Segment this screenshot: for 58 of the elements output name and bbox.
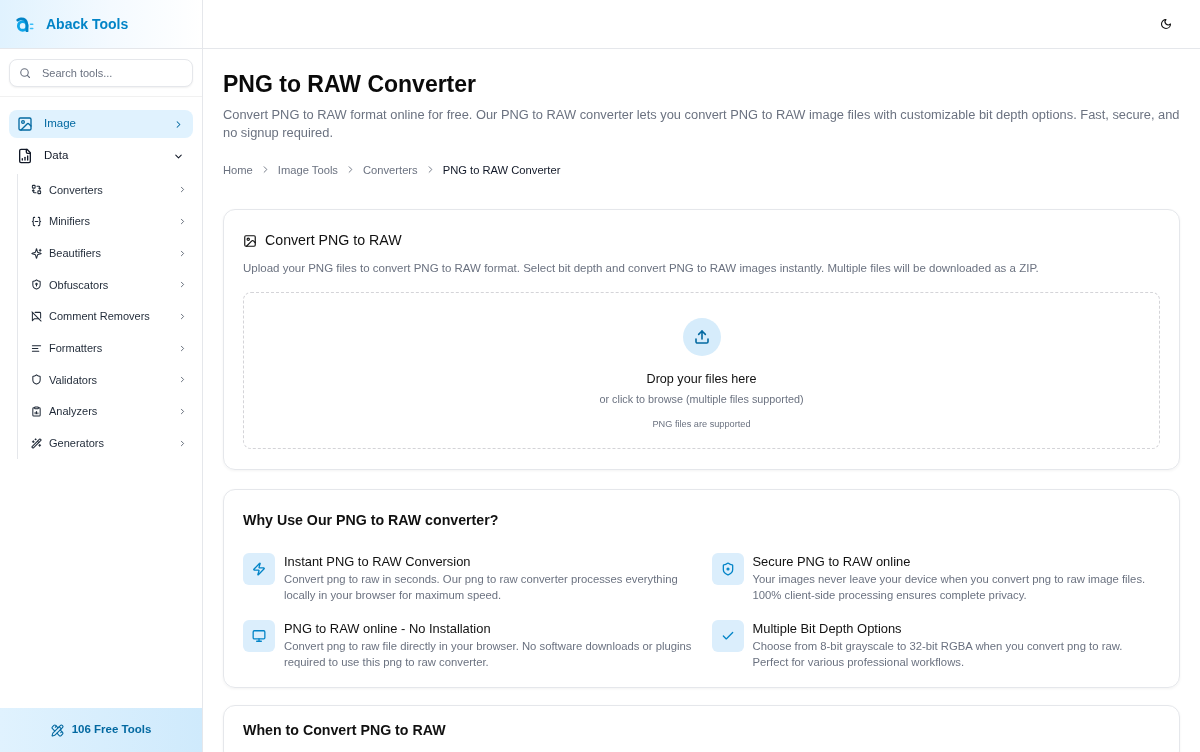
sparkles-icon	[31, 247, 42, 259]
brand-name[interactable]: Aback Tools	[46, 13, 129, 35]
shield-icon	[31, 374, 42, 386]
file-chart-icon	[17, 148, 33, 164]
lightning-icon	[243, 553, 275, 586]
card-title: Why Use Our PNG to RAW converter?	[243, 510, 500, 530]
feature-title: Instant PNG to RAW Conversion	[284, 554, 472, 571]
feature-description: Choose from 8-bit grayscale to 32-bit RGBA when you convert png to raw. Perfect for various professional workflows.	[752, 639, 1124, 671]
tools-count: 106 Free Tools	[71, 722, 152, 738]
check-icon	[711, 620, 744, 653]
shield-keyhole-icon	[31, 279, 42, 291]
theme-toggle-button[interactable]	[1160, 18, 1172, 30]
breadcrumb-link[interactable]: Image Tools	[277, 161, 338, 179]
shield-icon	[711, 553, 744, 586]
breadcrumb-link[interactable]: Converters	[362, 161, 418, 179]
page-title: PNG to RAW Converter	[223, 71, 478, 99]
card-title: When to Convert PNG to RAW	[243, 721, 447, 741]
align-left-icon	[31, 342, 42, 354]
card-description: Upload your PNG files to convert PNG to RAW format. Select bit depth and convert PNG to RAW images instantly. Multiple files will be downloaded as a ZIP.	[243, 260, 1040, 276]
nav-subitem[interactable]: Formatters	[31, 332, 193, 365]
comment-off-icon	[31, 311, 42, 323]
nav-item[interactable]: Image	[9, 110, 193, 138]
drop-zone-subtitle: or click to browse (multiple files supported)	[599, 391, 804, 407]
pencil-ruler-icon	[50, 723, 64, 737]
page-description: Convert PNG to RAW format online for free. Our PNG to RAW converter lets you convert PNG to RAW image files with customizable bit depth options. Fast, secure, and no signup required.	[223, 105, 1180, 142]
nav-subitem[interactable]: Minifiers	[31, 205, 193, 238]
nav-subitem[interactable]: Analyzers	[31, 395, 193, 428]
braces-icon	[31, 216, 42, 228]
nav-item[interactable]: Data	[9, 142, 193, 170]
nav-subitem[interactable]: Generators	[31, 427, 193, 460]
drop-zone-hint: PNG files are supported	[652, 418, 751, 431]
search-icon	[19, 67, 31, 79]
image-icon	[17, 116, 33, 132]
swap-icon	[31, 184, 42, 196]
search-field[interactable]: Search tools...	[9, 59, 193, 87]
nav-subitem[interactable]: Validators	[31, 364, 193, 396]
card-title: Convert PNG to RAW	[265, 231, 402, 251]
breadcrumb-link[interactable]: PNG to RAW Converter	[442, 161, 561, 179]
moon-icon	[1160, 18, 1172, 30]
breadcrumb-link[interactable]: Home	[223, 161, 253, 179]
feature-description: Convert png to raw in seconds. Our png to raw converter processes everything locally in your browser for maximum speed.	[284, 572, 679, 604]
feature-title: Multiple Bit Depth Options	[752, 621, 903, 638]
feature-title: PNG to RAW online - No Installation	[284, 621, 492, 638]
magic-wand-icon	[31, 437, 42, 449]
clipboard-chart-icon	[31, 406, 42, 418]
monitor-icon	[243, 620, 275, 653]
file-drop-zone[interactable]: Drop your files here or click to browse (multiple files supported) PNG files are supported	[243, 291, 1160, 449]
image-icon	[243, 234, 257, 249]
drop-zone-title: Drop your files here	[646, 370, 757, 388]
logo-icon	[16, 16, 35, 32]
feature-description: Convert png to raw file directly in your browser. No software downloads or plugins required to use this png to raw converter.	[284, 639, 692, 671]
feature-description: Your images never leave your device when you convert png to raw image files. 100% client-side processing ensures complete privacy.	[752, 572, 1147, 604]
upload-icon	[682, 317, 721, 356]
nav-subitem[interactable]: Obfuscators	[31, 269, 193, 301]
nav-subitem[interactable]: Comment Removers	[31, 300, 193, 333]
feature-title: Secure PNG to RAW online	[752, 554, 912, 571]
nav-subitem[interactable]: Beautifiers	[31, 237, 193, 270]
nav-subitem[interactable]: Converters	[31, 174, 193, 206]
